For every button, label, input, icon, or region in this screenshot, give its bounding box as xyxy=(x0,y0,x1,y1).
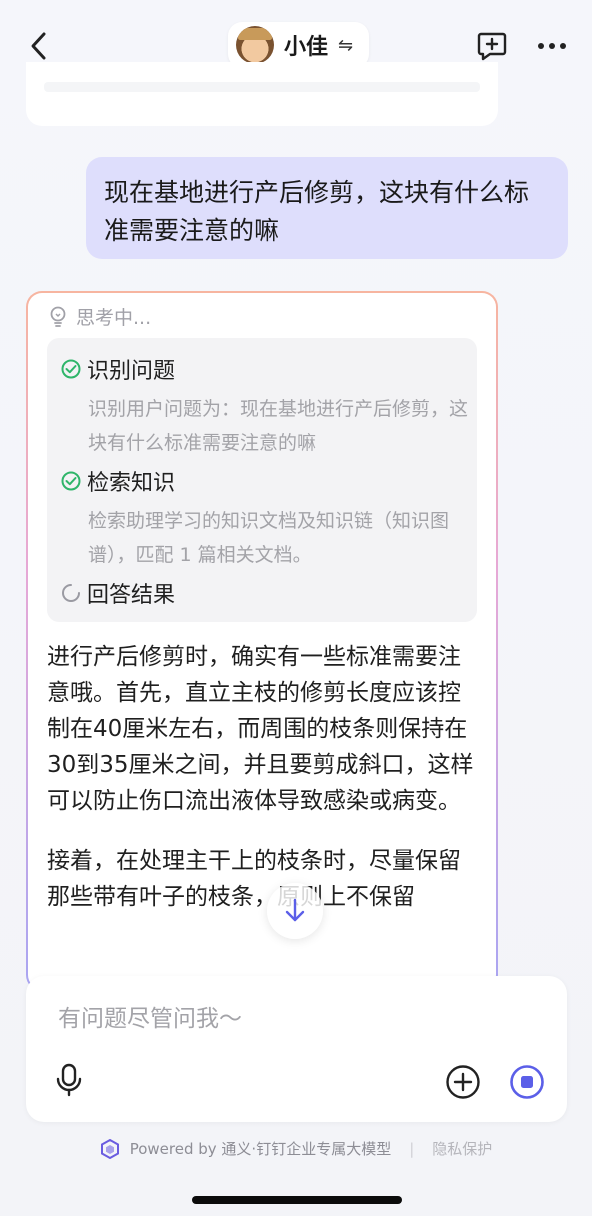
answer-paragraph: 进行产后修剪时，确实有一些标准需要注意哦。首先，直立主枝的修剪长度应该控制在40… xyxy=(47,644,474,814)
step-title: 回答结果 xyxy=(87,583,176,608)
step-description: 检索助理学习的知识文档及知识链（知识图谱），匹配 1 篇相关文档。 xyxy=(88,510,450,566)
step-title: 检索知识 xyxy=(87,471,176,496)
step-description: 识别用户问题为：现在基地进行产后修剪，这块有什么标准需要注意的嘛 xyxy=(88,398,469,454)
footer: Powered by 通义·钉钉企业专属大模型 | 隐私保护 xyxy=(0,1138,592,1159)
assistant-name: 小佳 xyxy=(284,35,329,60)
step-title: 识别问题 xyxy=(87,359,176,384)
arrow-down-icon xyxy=(285,898,305,922)
microphone-icon[interactable] xyxy=(53,1062,85,1098)
stop-generating-icon[interactable] xyxy=(509,1064,545,1100)
step-answer-result: 回答结果 xyxy=(61,576,175,610)
message-input[interactable] xyxy=(56,998,540,1040)
footer-separator: | xyxy=(409,1139,415,1158)
scroll-to-bottom-button[interactable] xyxy=(267,883,323,939)
thinking-header[interactable]: 思考中... xyxy=(48,303,151,330)
powered-by-text: Powered by 通义·钉钉企业专属大模型 xyxy=(129,1140,392,1158)
thinking-label: 思考中... xyxy=(76,307,152,329)
new-chat-icon[interactable] xyxy=(476,30,508,62)
check-circle-icon xyxy=(61,359,81,379)
composer xyxy=(26,976,567,1122)
lightbulb-icon xyxy=(50,306,66,327)
tongyi-logo-icon xyxy=(100,1138,119,1159)
more-icon[interactable] xyxy=(536,32,568,60)
back-chevron-icon[interactable] xyxy=(24,28,56,64)
assistant-avatar xyxy=(236,26,274,64)
add-circle-icon[interactable] xyxy=(445,1064,481,1100)
previous-message-card xyxy=(26,62,498,126)
switch-assistant-icon: ⇋ xyxy=(338,34,354,56)
assistant-answer-card: 思考中... 识别问题 识别用户问题为：现在基地进行产后修剪，这块有什么标准需要… xyxy=(26,291,498,991)
loading-spinner-icon xyxy=(62,584,80,602)
step-retrieve-knowledge: 检索知识 检索助理学习的知识文档及知识链（知识图谱），匹配 1 篇相关文档。 xyxy=(61,464,468,572)
thinking-steps: 识别问题 识别用户问题为：现在基地进行产后修剪，这块有什么标准需要注意的嘛 检索… xyxy=(47,338,477,622)
privacy-link[interactable]: 隐私保护 xyxy=(432,1138,492,1159)
answer-paragraph: 接着，在处理主干上的枝条时，尽量保留那些带有叶子的枝条，原则上不保留 xyxy=(47,848,461,910)
answer-body: 进行产后修剪时，确实有一些标准需要注意哦。首先，直立主枝的修剪长度应该控制在40… xyxy=(47,639,482,939)
step-identify-question: 识别问题 识别用户问题为：现在基地进行产后修剪，这块有什么标准需要注意的嘛 xyxy=(61,352,468,460)
home-indicator[interactable] xyxy=(192,1196,402,1204)
check-circle-icon xyxy=(61,471,81,491)
user-message-bubble: 现在基地进行产后修剪，这块有什么标准需要注意的嘛 xyxy=(86,157,568,259)
